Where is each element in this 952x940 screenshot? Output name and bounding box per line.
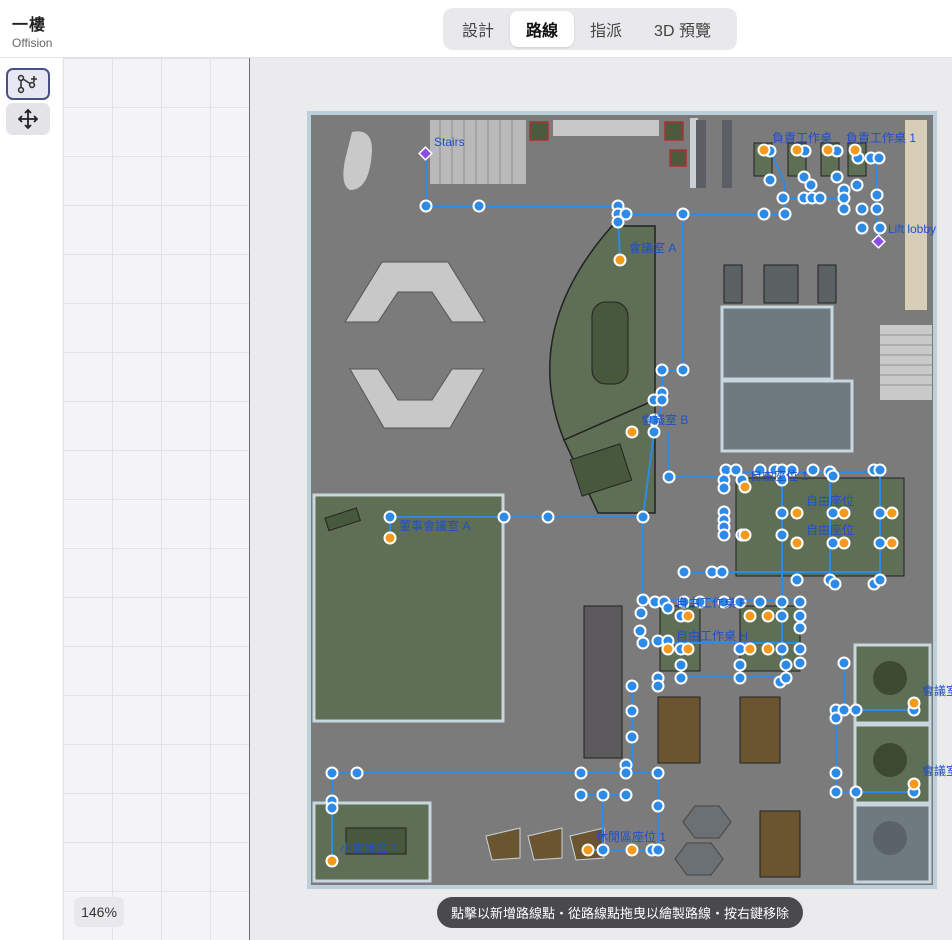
tab-assign[interactable]: 指派 xyxy=(574,11,638,47)
floorplan-canvas[interactable]: Stairs Lift lobby 會議室 A 會議室 B 董事會議室 A 負責… xyxy=(63,58,952,940)
label-stairs: Stairs xyxy=(434,135,465,149)
tab-routes[interactable]: 路線 xyxy=(510,11,575,47)
label-board-room-a: 董事會議室 A xyxy=(399,518,470,533)
mode-tabs: 設計 路線 指派 3D 預覽 xyxy=(443,8,737,50)
route-add-icon xyxy=(17,74,37,94)
label-manager-desk: 負責工作桌 xyxy=(772,131,832,145)
left-toolbar xyxy=(0,58,62,940)
tab-3d-preview[interactable]: 3D 預覽 xyxy=(638,11,727,47)
label-lift-lobby: Lift lobby xyxy=(888,222,936,236)
zoom-indicator[interactable]: 146% xyxy=(74,897,124,927)
label-meeting-room-b: 會議室 B xyxy=(641,412,688,427)
workspace-name: Offision xyxy=(12,36,53,50)
label-desk-h: 自由工作桌 H xyxy=(676,629,748,643)
label-meeting-room-a: 會議室 A xyxy=(629,240,676,255)
move-arrows-icon xyxy=(18,109,38,129)
label-hot-desk-1: 自由座位 1 xyxy=(750,468,808,483)
label-meeting-room-f: 會議室 xyxy=(922,763,952,778)
label-lounge-seat-1: 休閒區座位 1 xyxy=(596,829,666,844)
floor-title: 一樓 xyxy=(12,17,47,34)
floor-header: 一樓 Offision xyxy=(12,11,52,50)
top-bar: 一樓 Offision 設計 路線 指派 3D 預覽 xyxy=(0,0,952,58)
route-tool-button[interactable] xyxy=(6,68,50,100)
tab-design[interactable]: 設計 xyxy=(446,11,510,47)
label-manager-desk-1: 負責工作桌 1 xyxy=(846,131,916,145)
floorplan: Stairs Lift lobby 會議室 A 會議室 B 董事會議室 A 負責… xyxy=(249,58,952,940)
move-tool-button[interactable] xyxy=(6,103,50,135)
app-root: 一樓 Offision 設計 路線 指派 3D 預覽 Stairs Lift l… xyxy=(0,0,952,940)
label-desk-f: 自由工作桌 F xyxy=(676,596,747,610)
label-meeting-room-e: 會議室 xyxy=(922,683,952,698)
label-small-meeting-1: 小會議室 1 xyxy=(340,840,398,855)
label-hot-desk: 自由座位 xyxy=(806,493,854,508)
label-hot-desk-2: 自由座位 xyxy=(806,522,854,537)
hint-toast: 點擊以新增路線點・從路線點拖曳以繪製路線・按右鍵移除 xyxy=(437,897,803,928)
